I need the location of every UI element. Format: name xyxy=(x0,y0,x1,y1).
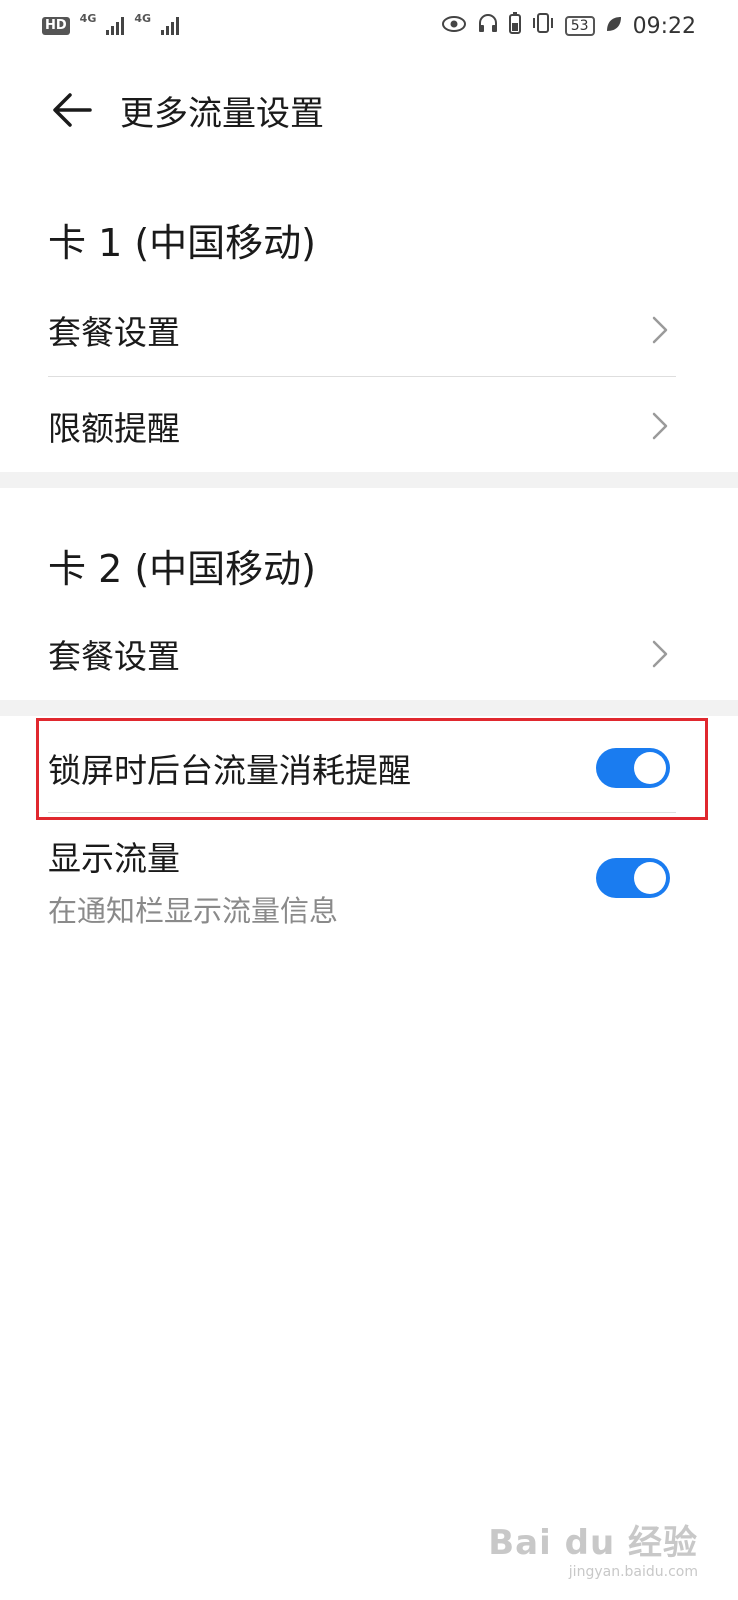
watermark-logo: Bai du 经验 jingyan.baidu.com xyxy=(488,1515,698,1580)
signal-icon xyxy=(161,17,180,35)
sim1-section-title: 卡 1 (中国移动) xyxy=(48,221,316,265)
row-label: 显示流量 xyxy=(48,839,180,878)
battery-level: 53 xyxy=(564,16,595,36)
sim1-plan-settings-row[interactable]: 套餐设置 xyxy=(48,300,676,360)
status-bar: HD 4G 4G 53 09:22 xyxy=(0,0,738,52)
sim2-plan-settings-row[interactable]: 套餐设置 xyxy=(48,624,676,684)
chevron-right-icon xyxy=(652,412,668,440)
status-left: HD 4G 4G xyxy=(42,12,180,35)
eye-icon xyxy=(441,14,467,39)
signal-icon xyxy=(106,17,125,35)
headphones-icon xyxy=(477,12,499,40)
network-type-1: 4G xyxy=(79,11,97,25)
sim2-section-title: 卡 2 (中国移动) xyxy=(48,547,316,591)
divider xyxy=(48,376,676,377)
watermark-main: Bai du 经验 xyxy=(488,1523,698,1563)
status-right: 53 09:22 xyxy=(441,12,696,40)
highlight-annotation-box xyxy=(36,718,708,820)
show-traffic-sublabel: 在通知栏显示流量信息 xyxy=(48,894,339,928)
switch-knob xyxy=(634,862,666,894)
back-button[interactable] xyxy=(42,80,102,140)
vibrate-icon xyxy=(531,12,555,40)
section-separator xyxy=(0,700,738,716)
chevron-right-icon xyxy=(652,316,668,344)
show-traffic-switch[interactable] xyxy=(596,858,670,898)
row-label: 套餐设置 xyxy=(48,313,180,352)
row-label: 套餐设置 xyxy=(48,637,180,676)
clock: 09:22 xyxy=(632,13,696,39)
app-bar: 更多流量设置 xyxy=(0,60,738,160)
page-title: 更多流量设置 xyxy=(120,93,324,134)
watermark-sub: jingyan.baidu.com xyxy=(568,1564,698,1580)
battery-saver-icon xyxy=(508,12,521,40)
leaf-icon xyxy=(605,14,623,39)
chevron-right-icon xyxy=(652,640,668,668)
back-arrow-icon xyxy=(53,93,92,127)
section-separator xyxy=(0,472,738,488)
network-type-2: 4G xyxy=(134,11,152,25)
sim1-limit-reminder-row[interactable]: 限额提醒 xyxy=(48,396,676,456)
hd-badge: HD xyxy=(42,17,70,35)
row-label: 限额提醒 xyxy=(48,409,180,448)
